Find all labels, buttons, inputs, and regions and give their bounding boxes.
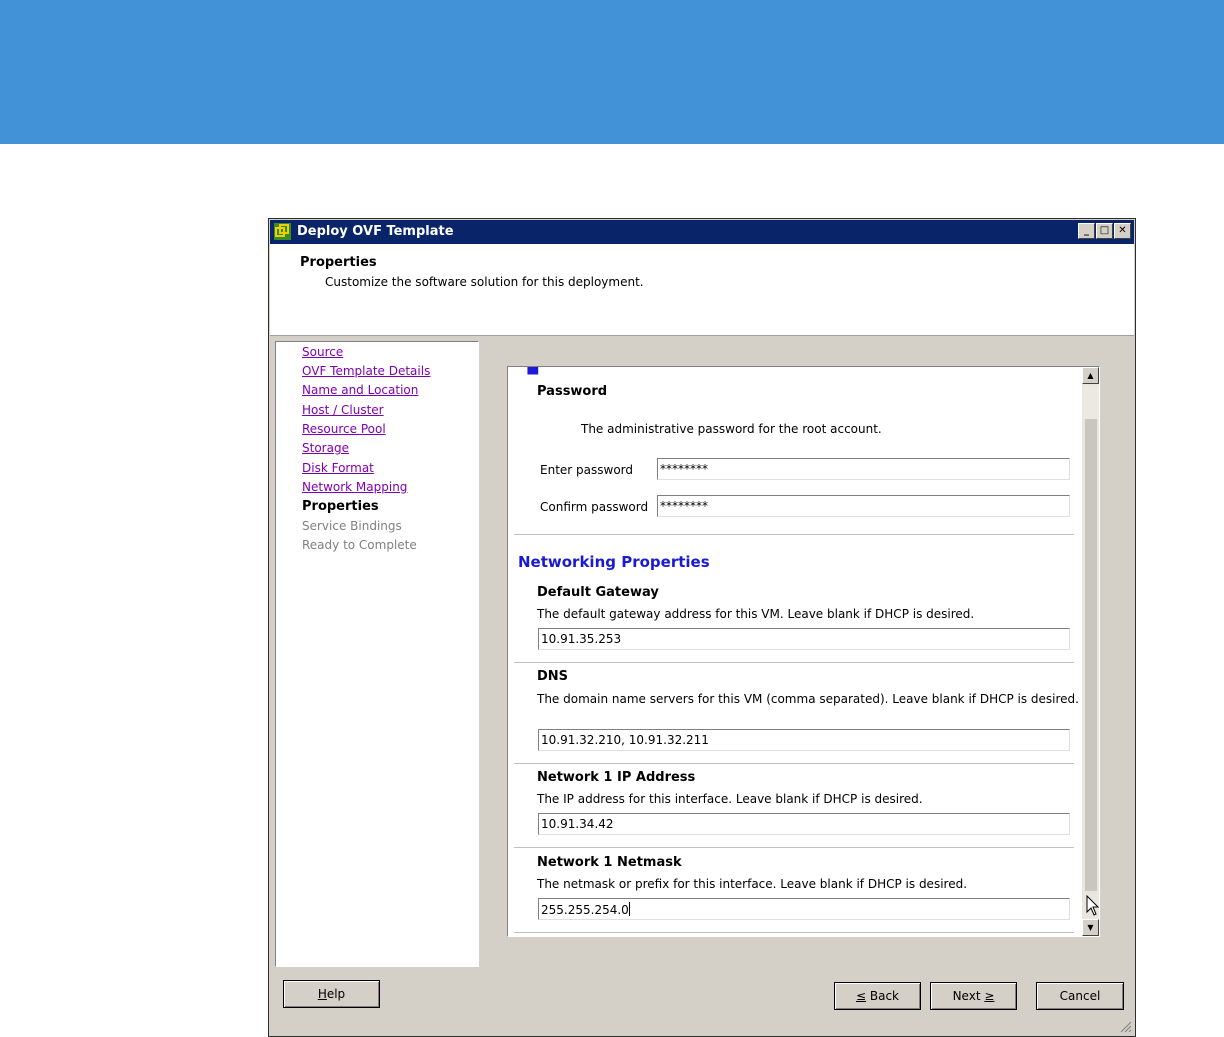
ip-description: The IP address for this interface. Leave… <box>537 792 923 806</box>
separator <box>514 847 1074 848</box>
nav-step-network-mapping[interactable]: Network Mapping <box>302 480 407 494</box>
dns-input[interactable]: 10.91.32.210, 10.91.32.211 <box>538 729 1070 751</box>
scroll-thumb[interactable] <box>1082 386 1099 419</box>
scroll-up-button[interactable]: ▲ <box>1082 367 1099 384</box>
scrolled-heading-fragment: ▗▖ <box>522 366 544 375</box>
maximize-button[interactable]: □ <box>1096 223 1113 239</box>
top-banner <box>0 0 1224 144</box>
minimize-button[interactable]: _ <box>1078 223 1095 239</box>
networking-section-title: Networking Properties <box>518 553 710 571</box>
separator <box>514 763 1074 764</box>
separator <box>514 662 1074 663</box>
gateway-title: Default Gateway <box>537 585 659 600</box>
nav-step-resource-pool[interactable]: Resource Pool <box>302 422 386 436</box>
nav-step-ready-to-complete: Ready to Complete <box>302 538 417 552</box>
separator <box>514 534 1074 535</box>
vertical-scrollbar[interactable]: ▲ ▼ <box>1082 367 1099 936</box>
enter-password-label: Enter password <box>540 463 633 477</box>
ip-title: Network 1 IP Address <box>537 770 696 785</box>
nav-step-service-bindings: Service Bindings <box>302 519 402 533</box>
netmask-description: The netmask or prefix for this interface… <box>537 877 968 891</box>
properties-panel: ▗▖ Password The administrative password … <box>507 366 1100 937</box>
confirm-password-input[interactable]: ******** <box>657 495 1070 517</box>
nav-step-storage[interactable]: Storage <box>302 441 349 455</box>
ip-input[interactable]: 10.91.34.42 <box>538 813 1070 835</box>
step-title: Properties <box>300 255 377 270</box>
deploy-ovf-dialog: Deploy OVF Template _ □ ✕ Properties Cus… <box>268 218 1136 1037</box>
text-caret <box>628 902 630 916</box>
vsphere-app-icon <box>274 223 291 240</box>
password-description: The administrative password for the root… <box>581 422 882 436</box>
dns-title: DNS <box>537 669 569 684</box>
separator <box>514 932 1074 933</box>
nav-step-properties: Properties <box>302 499 379 514</box>
nav-step-ovf-template-details[interactable]: OVF Template Details <box>302 364 430 378</box>
nav-step-disk-format[interactable]: Disk Format <box>302 461 374 475</box>
resize-grip-icon[interactable] <box>1120 1021 1132 1033</box>
netmask-title: Network 1 Netmask <box>537 855 682 870</box>
netmask-value: 255.255.254.0 <box>541 903 629 917</box>
nav-step-source[interactable]: Source <box>302 345 343 359</box>
wizard-steps-nav: Source OVF Template Details Name and Loc… <box>275 341 479 967</box>
close-button[interactable]: ✕ <box>1114 223 1131 239</box>
cancel-button[interactable]: Cancel <box>1036 982 1124 1010</box>
gateway-description: The default gateway address for this VM.… <box>537 607 975 621</box>
netmask-input[interactable]: 255.255.254.0 <box>538 898 1070 920</box>
enter-password-input[interactable]: ******** <box>657 458 1070 480</box>
mouse-pointer-icon <box>1086 895 1099 916</box>
scroll-down-button[interactable]: ▼ <box>1082 919 1099 936</box>
step-subtitle: Customize the software solution for this… <box>325 275 644 289</box>
window-title: Deploy OVF Template <box>297 224 454 239</box>
next-button[interactable]: Next ≥ <box>930 982 1017 1010</box>
title-bar[interactable]: Deploy OVF Template _ □ ✕ <box>270 220 1134 244</box>
nav-step-host-cluster[interactable]: Host / Cluster <box>302 403 384 417</box>
back-button[interactable]: ≤ Back <box>834 982 921 1010</box>
nav-step-name-and-location[interactable]: Name and Location <box>302 383 418 397</box>
help-button[interactable]: Help <box>283 980 380 1008</box>
dns-description: The domain name servers for this VM (com… <box>537 692 1079 706</box>
gateway-input[interactable]: 10.91.35.253 <box>538 628 1070 650</box>
confirm-password-label: Confirm password <box>540 500 649 514</box>
wizard-header: Properties Customize the software soluti… <box>270 244 1134 336</box>
password-title: Password <box>537 384 608 399</box>
scroll-track[interactable] <box>1085 419 1097 891</box>
